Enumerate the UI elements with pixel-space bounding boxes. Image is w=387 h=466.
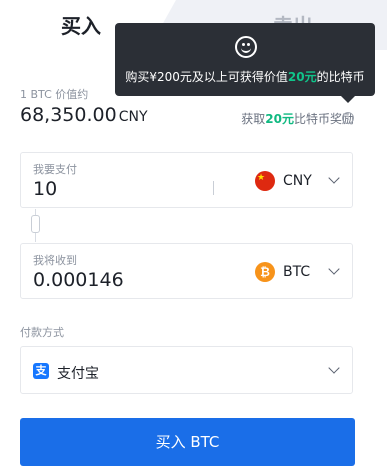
btc-price-unit: CNY [118,109,148,125]
price-label: 1 BTC 价值约 [20,88,89,101]
chevron-down-icon[interactable] [328,172,340,184]
connector-handle [31,215,40,233]
buy-btc-button[interactable]: 买入 BTC [20,418,355,466]
chevron-down-icon[interactable] [328,362,340,374]
reward-tooltip: 购买¥200元及以上可获得价值20元的比特币 [115,23,375,103]
pay-label: 我要支付 [33,163,77,176]
receive-amount-input[interactable]: 0.000146 [33,269,124,291]
smile-icon [235,36,257,58]
payment-method-label: 付款方式 [20,326,64,339]
payment-method-select[interactable]: 支 支付宝 [20,346,353,394]
pay-currency-code: CNY [283,173,312,189]
bitcoin-icon: ₿ [255,262,275,282]
receive-label: 我将收到 [33,254,77,267]
alipay-icon: 支 [33,363,49,379]
reward-amount: 20元 [265,112,294,126]
reward-info: 获取20元比特币奖励 [241,110,354,127]
btc-price-value: 68,350.00 [20,104,117,126]
tab-buy-label: 买入 [61,14,101,38]
tooltip-amount: 20元 [287,70,317,84]
tooltip-text: 购买¥200元及以上可获得价值 [125,70,288,84]
payment-method-name: 支付宝 [57,366,99,382]
receive-currency-code: BTC [283,264,311,280]
chevron-down-icon[interactable] [328,263,340,275]
receive-amount-field[interactable]: 我将收到 0.000146 ₿ BTC [20,243,353,299]
reward-prefix: 获取 [241,112,266,126]
china-flag-icon [255,168,275,191]
info-icon[interactable]: i [342,112,354,124]
text-cursor [213,181,214,195]
tooltip-text-end: 的比特币 [316,70,365,84]
btc-price: 68,350.00 CNY [20,104,148,126]
tooltip-message: 购买¥200元及以上可获得价值20元的比特币 [115,68,375,85]
pay-amount-field[interactable]: 我要支付 10 CNY [20,152,353,208]
tooltip-arrow [341,96,355,103]
pay-amount-input[interactable]: 10 [33,178,57,200]
